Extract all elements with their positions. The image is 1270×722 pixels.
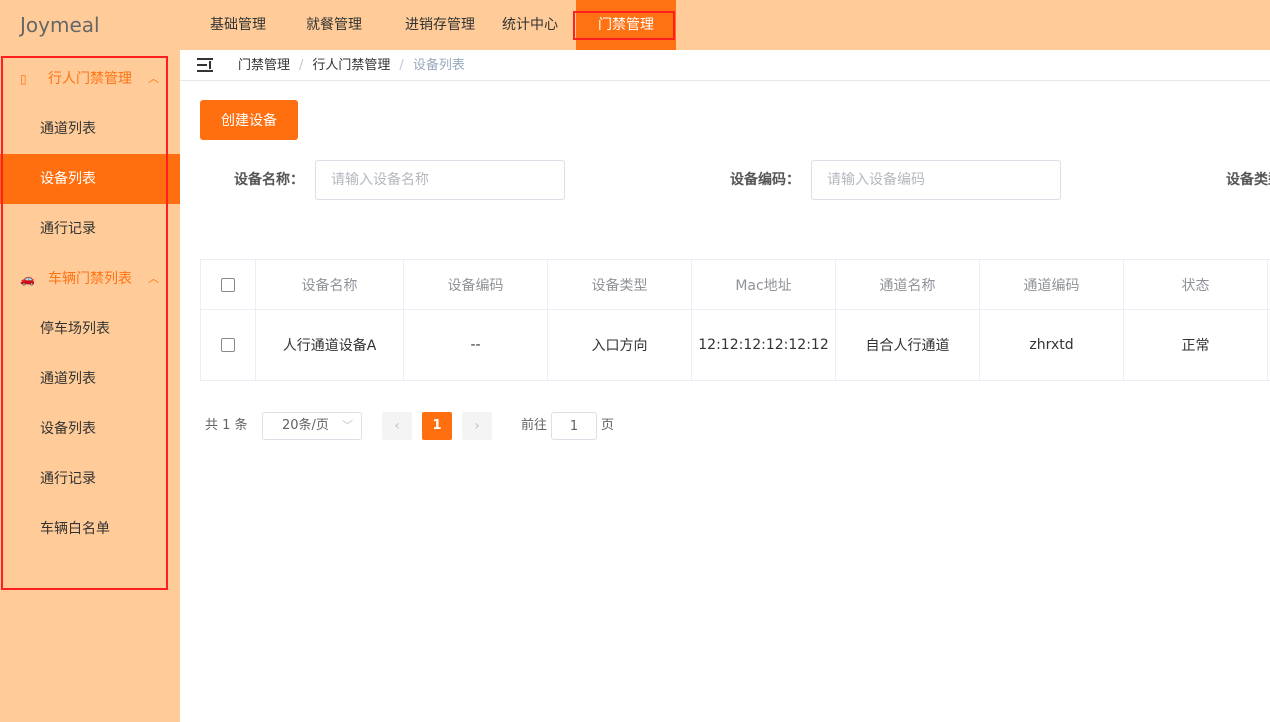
column-header: 设备类型 <box>548 260 692 309</box>
goto-page-input[interactable] <box>551 412 597 440</box>
pagination-total: 共 1 条 <box>205 418 248 433</box>
tab-basic-management[interactable]: 基础管理 <box>200 0 276 50</box>
table-cell: -- <box>404 310 548 380</box>
column-header: 状态 <box>1124 260 1268 309</box>
device-name-label: 设备名称： <box>234 172 304 188</box>
page-size-select[interactable]: 20条/页 ﹀ <box>262 412 362 440</box>
table-cell: zhrxtd <box>980 310 1124 380</box>
column-header: 通道编码 <box>980 260 1124 309</box>
app-logo: Joymeal <box>20 13 100 37</box>
sidebar-item-vehicle-channel-list[interactable]: 通道列表 <box>0 354 180 404</box>
top-nav: 基础管理 就餐管理 进销存管理 统计中心 门禁管理 <box>180 0 1270 50</box>
sidebar-item-pass-records[interactable]: 通行记录 <box>0 204 180 254</box>
menu-toggle-icon[interactable] <box>197 58 213 72</box>
device-code-label: 设备编码： <box>730 172 800 188</box>
breadcrumb-item[interactable]: 行人门禁管理 <box>312 58 390 73</box>
sidebar-group-pedestrian[interactable]: ▯ 行人门禁管理 ︿ <box>0 54 180 104</box>
column-header: 通道名称 <box>836 260 980 309</box>
table-cell: 自合人行通道 <box>836 310 980 380</box>
device-code-input[interactable] <box>811 160 1061 200</box>
page-number-button[interactable]: 1 <box>422 412 452 440</box>
goto-label: 前往 <box>521 418 548 433</box>
sidebar: Joymeal ▯ 行人门禁管理 ︿ 通道列表 设备列表 通行记录 🚗 车辆门禁列表… <box>0 0 180 722</box>
sidebar-item-vehicle-pass-records[interactable]: 通行记录 <box>0 454 180 504</box>
table-cell: 人行通道设备A <box>256 310 404 380</box>
device-name-input[interactable] <box>315 160 565 200</box>
column-header: 设备名称 <box>256 260 404 309</box>
prev-page-button[interactable]: ‹ <box>382 412 412 440</box>
table-row[interactable]: 人行通道设备A -- 入口方向 12:12:12:12:12:12 自合人行通道… <box>201 310 1270 381</box>
car-icon: 🚗 <box>20 272 35 286</box>
column-header: Mac地址 <box>692 260 836 309</box>
sidebar-menu: ▯ 行人门禁管理 ︿ 通道列表 设备列表 通行记录 🚗 车辆门禁列表 ︿ 停车场列表… <box>0 54 180 554</box>
chevron-up-icon: ︿ <box>148 272 159 285</box>
breadcrumb-item[interactable]: 门禁管理 <box>238 58 290 73</box>
tab-dining-management[interactable]: 就餐管理 <box>296 0 372 50</box>
breadcrumb-current: 设备列表 <box>412 58 465 73</box>
chevron-left-icon: ‹ <box>394 418 400 434</box>
sidebar-item-vehicle-device-list[interactable]: 设备列表 <box>0 404 180 454</box>
sidebar-item-vehicle-whitelist[interactable]: 车辆白名单 <box>0 504 180 554</box>
page-suffix-label: 页 <box>601 418 615 433</box>
chevron-right-icon: › <box>474 418 480 434</box>
breadcrumb-bar: 门禁管理 / 行人门禁管理 / 设备列表 <box>180 50 1270 81</box>
sidebar-group-vehicle[interactable]: 🚗 车辆门禁列表 ︿ <box>0 254 180 304</box>
row-checkbox[interactable] <box>221 338 235 352</box>
column-header: 设备编码 <box>404 260 548 309</box>
row-select-cell <box>201 310 256 380</box>
tab-statistics-center[interactable]: 统计中心 <box>502 0 558 50</box>
table-cell: 入口方向 <box>548 310 692 380</box>
sidebar-item-channel-list[interactable]: 通道列表 <box>0 104 180 154</box>
page-size-value: 20条/页 <box>282 418 329 433</box>
breadcrumb: 门禁管理 / 行人门禁管理 / 设备列表 <box>238 58 465 73</box>
next-page-button[interactable]: › <box>462 412 492 440</box>
table-cell: 正常 <box>1124 310 1268 380</box>
tab-inventory-management[interactable]: 进销存管理 <box>392 0 488 50</box>
sidebar-item-parking-list[interactable]: 停车场列表 <box>0 304 180 354</box>
device-table: 设备名称 设备编码 设备类型 Mac地址 通道名称 通道编码 状态 人行通道设备… <box>200 259 1270 381</box>
chevron-down-icon: ﹀ <box>342 419 353 432</box>
chevron-up-icon: ︿ <box>148 72 159 85</box>
table-header-row: 设备名称 设备编码 设备类型 Mac地址 通道名称 通道编码 状态 <box>201 260 1270 310</box>
create-device-button[interactable]: 创建设备 <box>200 100 298 140</box>
table-cell: 12:12:12:12:12:12 <box>692 310 836 380</box>
door-icon: ▯ <box>20 72 27 86</box>
sidebar-item-device-list[interactable]: 设备列表 <box>0 154 180 204</box>
device-type-label: 设备类型： <box>1226 172 1270 188</box>
sidebar-group-label: 行人门禁管理 <box>48 71 132 87</box>
select-all-checkbox[interactable] <box>221 277 235 292</box>
sidebar-group-label: 车辆门禁列表 <box>48 271 132 287</box>
select-all-cell <box>201 260 256 309</box>
tab-access-control[interactable]: 门禁管理 <box>576 0 676 50</box>
